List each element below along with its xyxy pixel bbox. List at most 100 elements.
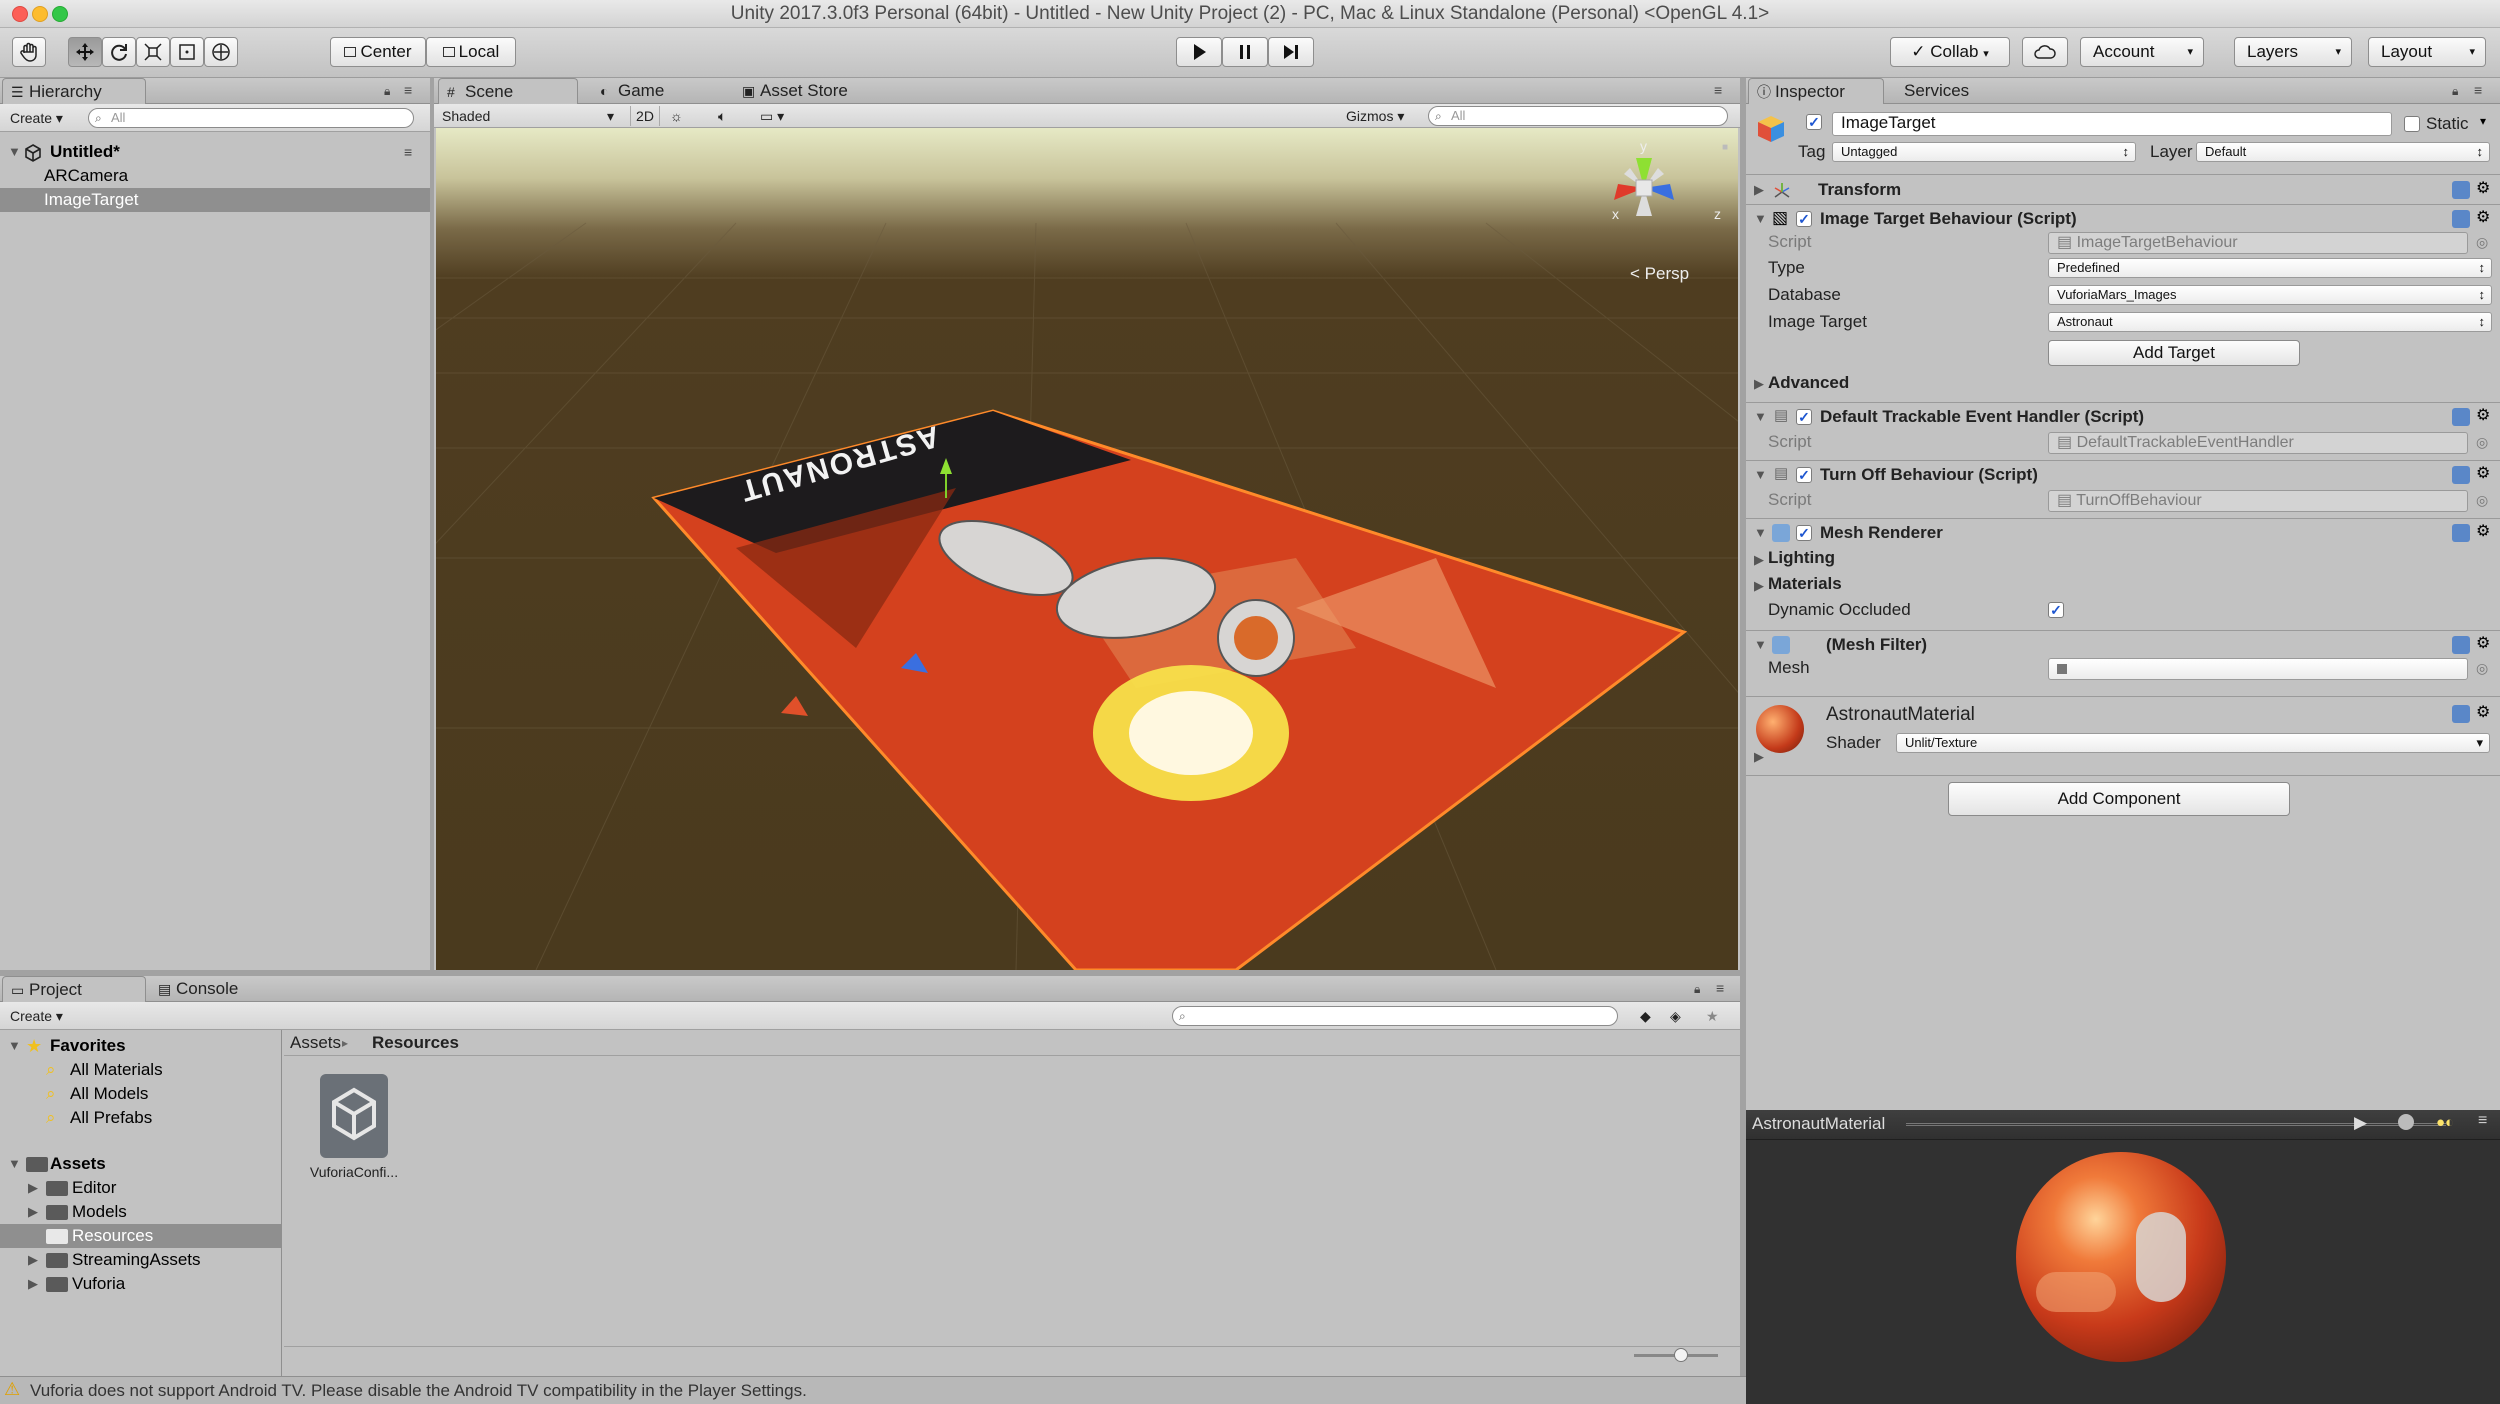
add-target-button[interactable]: Add Target [2048,340,2300,366]
hand-tool-button[interactable] [12,37,46,67]
collapse-triangle-icon[interactable]: ▼ [8,1034,21,1058]
scene-viewport[interactable]: ASTRONAUT y x z ■ < Persp [436,128,1738,970]
maximize-window-button[interactable] [52,6,68,22]
scene-audio-icon[interactable]: 🔈︎ [718,106,726,126]
pause-button[interactable] [1222,37,1268,67]
move-tool-button[interactable] [68,37,102,67]
collapse-triangle-icon[interactable]: ▼ [1754,467,1767,482]
play-button[interactable] [1176,37,1222,67]
transform-tool-button[interactable] [204,37,238,67]
hierarchy-search-input[interactable]: ⌕ All [88,108,414,128]
expand-triangle-icon[interactable]: ▶ [28,1248,38,1272]
asset-file-label[interactable]: VuforiaConfi... [304,1160,404,1184]
tab-asset-store[interactable]: ▣ Asset Store [734,78,894,104]
help-book-icon[interactable] [2452,705,2470,723]
sphere-preview-icon[interactable] [2398,1114,2414,1130]
object-picker-icon[interactable]: ◎ [2476,492,2488,509]
static-checkbox[interactable] [2404,116,2420,132]
gear-icon[interactable]: ⚙ [2476,521,2490,541]
folder-models[interactable]: ▶ Models [0,1200,281,1224]
tab-hierarchy[interactable]: ☰ Hierarchy [2,78,146,104]
image-target-plane[interactable] [436,128,1738,970]
scene-search-input[interactable]: ⌕ All [1428,106,1728,126]
advanced-foldout-icon[interactable]: ▶ [1754,376,1764,392]
object-picker-icon[interactable]: ◎ [2476,434,2488,451]
advanced-foldout-label[interactable]: Advanced [1768,371,1849,395]
chevron-down-icon[interactable]: ▾ [2480,114,2486,128]
scene-lighting-icon[interactable]: ☼ [670,106,683,126]
help-book-icon[interactable] [2452,181,2470,199]
object-picker-icon[interactable]: ◎ [2476,660,2488,677]
lock-icon[interactable]: 🔒︎ [1694,982,1700,997]
itb-enabled-checkbox[interactable]: ✓ [1796,211,1812,227]
panel-menu-icon[interactable]: ≡ [2478,1112,2487,1130]
rect-tool-button[interactable] [170,37,204,67]
close-window-button[interactable] [12,6,28,22]
2d-toggle-button[interactable]: 2D [630,106,660,126]
layer-dropdown[interactable]: Default ↕ [2196,142,2490,162]
slider-thumb[interactable] [1674,1348,1688,1362]
tob-component-header[interactable]: ▼ ▤ ✓ Turn Off Behaviour (Script) ⚙ [1746,460,2500,488]
itb-database-dropdown[interactable]: VuforiaMars_Images ↕ [2048,285,2492,305]
breadcrumb-resources[interactable]: Resources [372,1031,459,1055]
panel-menu-icon[interactable]: ≡ [404,82,412,98]
material-foldout-icon[interactable]: ▶ [1754,749,1764,765]
lock-icon[interactable]: 🔒︎ [384,84,390,99]
object-picker-icon[interactable]: ◎ [2476,234,2488,251]
itb-type-dropdown[interactable]: Predefined ↕ [2048,258,2492,278]
play-icon[interactable]: ▶ [2354,1113,2367,1133]
mesh-renderer-enabled-checkbox[interactable]: ✓ [1796,525,1812,541]
gear-icon[interactable]: ⚙ [2476,702,2490,722]
transform-component-header[interactable]: ▶ Transform ⚙ [1746,174,2500,204]
project-create-dropdown[interactable]: Create ▾ [10,1006,63,1026]
tab-services[interactable]: Services [1894,78,2014,104]
shader-dropdown[interactable]: Unlit/Texture ▾ [1896,733,2490,753]
mesh-filter-header[interactable]: ▼ (Mesh Filter) ⚙ [1746,630,2500,658]
hierarchy-create-dropdown[interactable]: Create ▾ [10,108,63,128]
scene-effects-icon[interactable]: ▭ ▾ [760,106,784,126]
collapse-triangle-icon[interactable]: ▼ [1754,211,1767,226]
collapse-triangle-icon[interactable]: ▼ [1754,409,1767,424]
project-search-input[interactable]: ⌕ [1172,1006,1618,1026]
gear-icon[interactable]: ⚙ [2476,207,2490,227]
gear-icon[interactable]: ⚙ [2476,633,2490,653]
scale-tool-button[interactable] [136,37,170,67]
folder-editor[interactable]: ▶ Editor [0,1176,281,1200]
tag-dropdown[interactable]: Untagged ↕ [1832,142,2136,162]
hierarchy-item-arcamera[interactable]: ARCamera [0,164,430,188]
breadcrumb-assets[interactable]: Assets [290,1031,341,1055]
rotate-tool-button[interactable] [102,37,136,67]
help-book-icon[interactable] [2452,466,2470,484]
dteh-component-header[interactable]: ▼ ▤ ✓ Default Trackable Event Handler (S… [1746,402,2500,430]
collapse-triangle-icon[interactable]: ▼ [1754,637,1767,652]
orientation-gizmo[interactable] [1584,138,1704,248]
panel-menu-icon[interactable]: ≡ [2474,82,2482,98]
expand-triangle-icon[interactable]: ▶ [28,1272,38,1296]
collapse-triangle-icon[interactable]: ▼ [8,1152,21,1176]
expand-triangle-icon[interactable]: ▼ [8,140,21,164]
tab-console[interactable]: ▤ Console [150,976,280,1002]
account-dropdown[interactable]: Account ▾ [2080,37,2204,67]
folder-vuforia[interactable]: ▶ Vuforia [0,1272,281,1296]
dteh-enabled-checkbox[interactable]: ✓ [1796,409,1812,425]
mesh-field[interactable] [2048,658,2468,680]
favorites-row[interactable]: ▼ ★ Favorites [0,1034,281,1058]
persp-label[interactable]: < Persp [1630,264,1689,284]
tab-project[interactable]: ▭ Project [2,976,146,1002]
help-book-icon[interactable] [2452,408,2470,426]
minimize-window-button[interactable] [32,6,48,22]
dynamic-occluded-checkbox[interactable]: ✓ [2048,602,2064,618]
hierarchy-item-imagetarget[interactable]: ImageTarget [0,188,430,212]
icon-size-slider[interactable] [1634,1348,1718,1362]
active-checkbox[interactable]: ✓ [1806,114,1822,130]
mesh-renderer-header[interactable]: ▼ ✓ Mesh Renderer ⚙ [1746,518,2500,546]
tab-game[interactable]: ◐ Game [592,78,722,104]
expand-triangle-icon[interactable]: ▶ [28,1176,38,1200]
gear-icon[interactable]: ⚙ [2476,405,2490,425]
shading-mode-dropdown[interactable]: Shaded ▾ [442,106,614,126]
asset-file-tile[interactable] [320,1074,388,1158]
folder-streamingassets[interactable]: ▶ StreamingAssets [0,1248,281,1272]
help-book-icon[interactable] [2452,636,2470,654]
itb-image-target-dropdown[interactable]: Astronaut ↕ [2048,312,2492,332]
layout-dropdown[interactable]: Layout ▾ [2368,37,2486,67]
